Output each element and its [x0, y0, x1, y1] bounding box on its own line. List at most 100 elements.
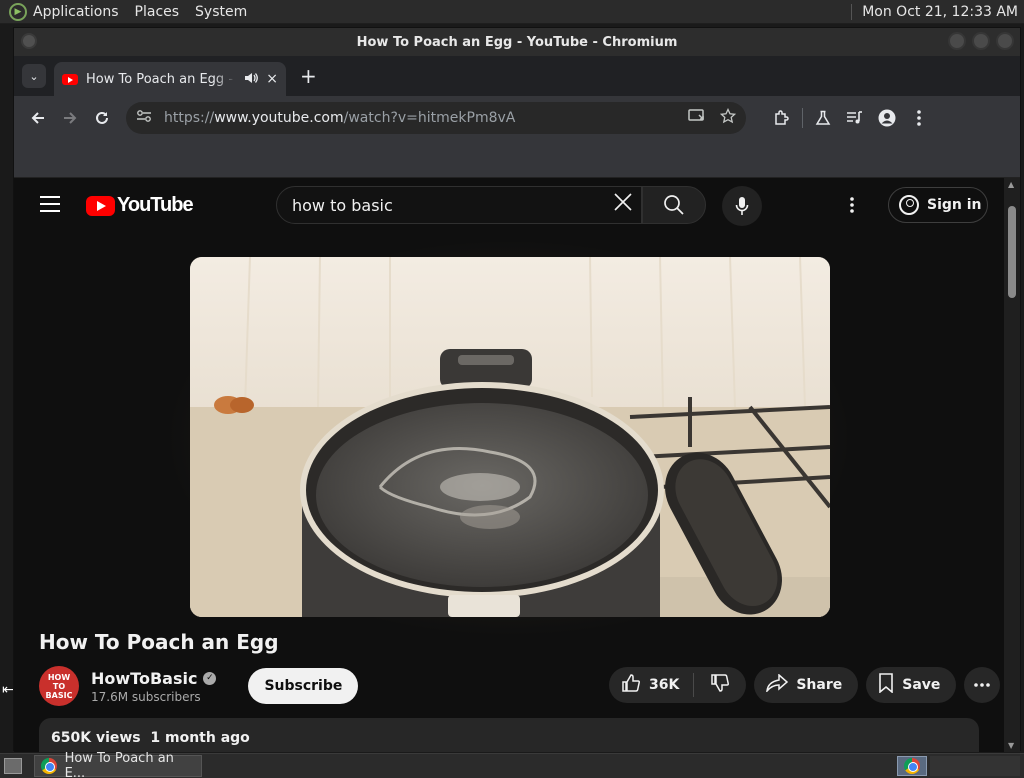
verified-check-icon: ✓: [203, 671, 217, 685]
profile-button[interactable]: [871, 102, 903, 134]
system-logo-icon[interactable]: ▶: [9, 2, 27, 21]
more-actions-button[interactable]: [964, 667, 1001, 703]
bottom-panel: How To Poach an E...: [0, 751, 1024, 778]
speaker-icon[interactable]: [244, 72, 259, 87]
save-button[interactable]: Save: [866, 667, 957, 703]
description-box[interactable]: 650K views 1 month ago: [39, 718, 979, 752]
youtube-page: YouTube how to basic Sign in How To Poac…: [14, 178, 1006, 752]
tab-youtube[interactable]: How To Poach an Egg - YouTube ×: [54, 62, 286, 96]
reload-button[interactable]: [86, 102, 118, 134]
tab-close-button[interactable]: ×: [266, 71, 278, 87]
chevron-down-icon: ⌄: [29, 69, 39, 83]
maximize-button[interactable]: [972, 32, 990, 50]
system-menu[interactable]: System: [195, 4, 247, 20]
dislike-button[interactable]: [694, 673, 746, 697]
site-settings-icon[interactable]: [136, 109, 156, 127]
back-button[interactable]: [22, 102, 54, 134]
flask-icon: [815, 110, 831, 125]
tab-search-button[interactable]: ⌄: [22, 64, 46, 88]
video-actions: 36K Share Save: [609, 667, 1001, 703]
close-window-button[interactable]: [996, 32, 1014, 50]
search-icon: [664, 195, 684, 215]
browser-window: How To Poach an Egg - YouTube - Chromium…: [13, 27, 1021, 752]
channel-name[interactable]: HowToBasic ✓: [91, 669, 217, 688]
search-input[interactable]: how to basic: [276, 186, 642, 224]
channel-avatar-text: HOW TO BASIC: [45, 672, 73, 700]
labs-button[interactable]: [807, 102, 839, 134]
hamburger-menu-icon[interactable]: [40, 196, 60, 212]
share-button[interactable]: Share: [754, 667, 859, 703]
page-scrollbar[interactable]: ▲ ▼: [1004, 178, 1020, 752]
like-button[interactable]: 36K: [609, 673, 695, 697]
person-icon: [878, 109, 896, 127]
window-title: How To Poach an Egg - YouTube - Chromium: [356, 34, 678, 50]
sign-in-label: Sign in: [927, 197, 982, 213]
settings-more-icon[interactable]: [850, 194, 854, 218]
view-count-date: 650K views 1 month ago: [51, 730, 250, 746]
media-controls-button[interactable]: [839, 102, 871, 134]
like-count: 36K: [649, 677, 680, 693]
scrollbar-thumb[interactable]: [1008, 206, 1016, 298]
extensions-button[interactable]: [766, 102, 798, 134]
address-bar[interactable]: https://www.youtube.com/watch?v=hitmekPm…: [126, 102, 746, 134]
arrow-left-icon: [31, 112, 44, 124]
workspace-switcher-2[interactable]: [930, 756, 1020, 776]
minimize-button[interactable]: [948, 32, 966, 50]
scroll-down-icon[interactable]: ▼: [1008, 741, 1014, 750]
window-menu-icon[interactable]: [21, 33, 37, 49]
chrome-menu-button[interactable]: [903, 102, 935, 134]
tab-title: How To Poach an Egg - YouTube: [86, 71, 236, 87]
search-query-text: how to basic: [292, 195, 393, 215]
more-vert-icon: [917, 110, 921, 126]
subscriber-count: 17.6M subscribers: [91, 689, 201, 704]
workspace-switcher-1[interactable]: [897, 756, 927, 776]
thumb-down-icon: [710, 673, 730, 697]
bookmark-star-icon[interactable]: [719, 107, 737, 128]
video-frame: [190, 257, 830, 617]
save-label: Save: [902, 677, 941, 693]
applications-menu[interactable]: Applications: [33, 4, 119, 20]
clock[interactable]: Mon Oct 21, 12:33 AM: [851, 3, 1018, 20]
tab-strip: ⌄ How To Poach an Egg - YouTube × +: [14, 56, 1020, 96]
share-icon: [766, 673, 789, 696]
top-panel: ▶ Applications Places System Mon Oct 21,…: [0, 0, 1024, 24]
clear-search-icon[interactable]: [613, 192, 633, 218]
account-circle-icon: [899, 195, 919, 215]
youtube-header: YouTube how to basic Sign in: [14, 178, 1006, 234]
voice-search-button[interactable]: [722, 186, 762, 226]
taskbar-chromium-button[interactable]: How To Poach an E...: [34, 751, 202, 778]
sign-in-button[interactable]: Sign in: [888, 187, 988, 223]
forward-button[interactable]: [54, 102, 86, 134]
scroll-up-icon[interactable]: ▲: [1008, 180, 1014, 189]
bookmark-icon: [878, 673, 894, 697]
youtube-wordmark: YouTube: [117, 194, 194, 216]
microphone-icon: [735, 197, 749, 215]
like-dislike-group: 36K: [609, 667, 747, 703]
places-menu[interactable]: Places: [135, 4, 180, 20]
youtube-logo[interactable]: YouTube: [86, 194, 194, 217]
resize-cursor-icon: ⇤: [2, 682, 14, 698]
youtube-play-icon: [86, 195, 115, 216]
arrow-right-icon: [64, 112, 77, 124]
new-tab-button[interactable]: +: [300, 64, 317, 88]
puzzle-icon: [775, 110, 789, 125]
subscribe-button[interactable]: Subscribe: [248, 668, 359, 704]
bookmark-bar-area: [14, 140, 1020, 178]
taskbar-label: How To Poach an E...: [64, 751, 174, 778]
video-title: How To Poach an Egg: [39, 630, 279, 654]
share-label: Share: [796, 677, 843, 693]
url-text: https://www.youtube.com/watch?v=hitmekPm…: [164, 110, 516, 126]
browser-toolbar: https://www.youtube.com/watch?v=hitmekPm…: [14, 96, 1020, 140]
window-titlebar[interactable]: How To Poach an Egg - YouTube - Chromium: [14, 28, 1020, 56]
search-button[interactable]: [642, 186, 706, 224]
workspace-chromium-icon: [904, 758, 920, 774]
video-player[interactable]: [190, 257, 830, 617]
more-horiz-icon: [974, 683, 991, 687]
channel-avatar[interactable]: HOW TO BASIC: [39, 666, 79, 706]
thumb-up-icon: [621, 673, 641, 697]
show-desktop-button[interactable]: [4, 758, 22, 774]
reload-icon: [96, 111, 108, 124]
install-app-icon[interactable]: [688, 108, 706, 128]
video-owner: HOW TO BASIC HowToBasic ✓ 17.6M subscrib…: [39, 666, 359, 706]
queue-music-icon: [847, 111, 862, 124]
